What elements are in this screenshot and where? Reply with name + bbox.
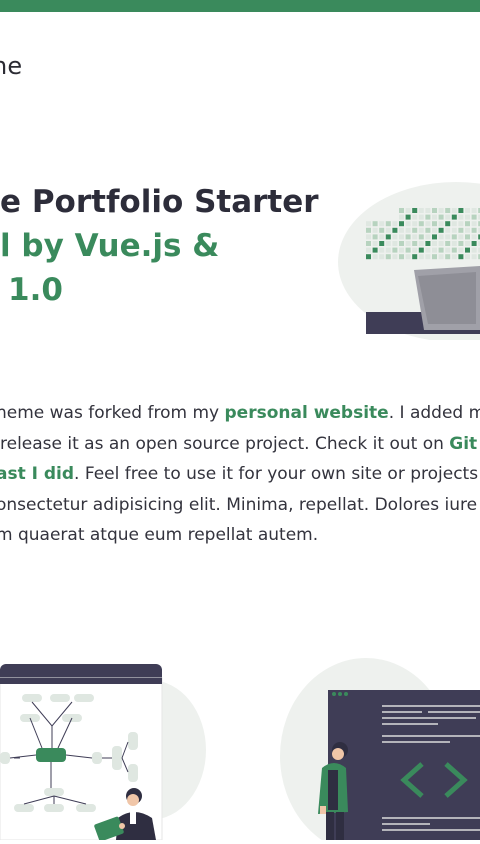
site-logo[interactable]: ne — [0, 52, 22, 80]
hero-headline: e Portfolio Starter l by Vue.js & 1.0 — [0, 180, 320, 312]
headline-line-3: 1.0 — [8, 272, 63, 308]
desc-line-5: m quaerat atque eum repellat autem. — [0, 525, 319, 545]
desc-line-1: heme was forked from my personal website… — [0, 403, 480, 423]
desc-line-4: onsectetur adipisicing elit. Minima, rep… — [0, 494, 478, 515]
github-link[interactable]: Git — [449, 434, 477, 454]
intro-description: heme was forked from my personal website… — [0, 398, 480, 551]
desc-line-3: ast I did. Feel free to use it for your … — [0, 459, 480, 490]
flowchart-board-illustration-icon — [0, 660, 210, 842]
last-i-did-link[interactable]: ast I did — [0, 464, 74, 484]
headline-line-2: l by Vue.js & — [0, 228, 220, 264]
personal-website-link[interactable]: personal website — [225, 403, 389, 423]
headline-line-1: e Portfolio Starter — [0, 184, 319, 220]
code-editor-illustration-icon — [280, 658, 480, 844]
top-accent-bar — [0, 0, 480, 12]
desc-line-2: release it as an open source project. Ch… — [0, 433, 478, 454]
hero-laptop-illustration-icon — [336, 180, 480, 342]
